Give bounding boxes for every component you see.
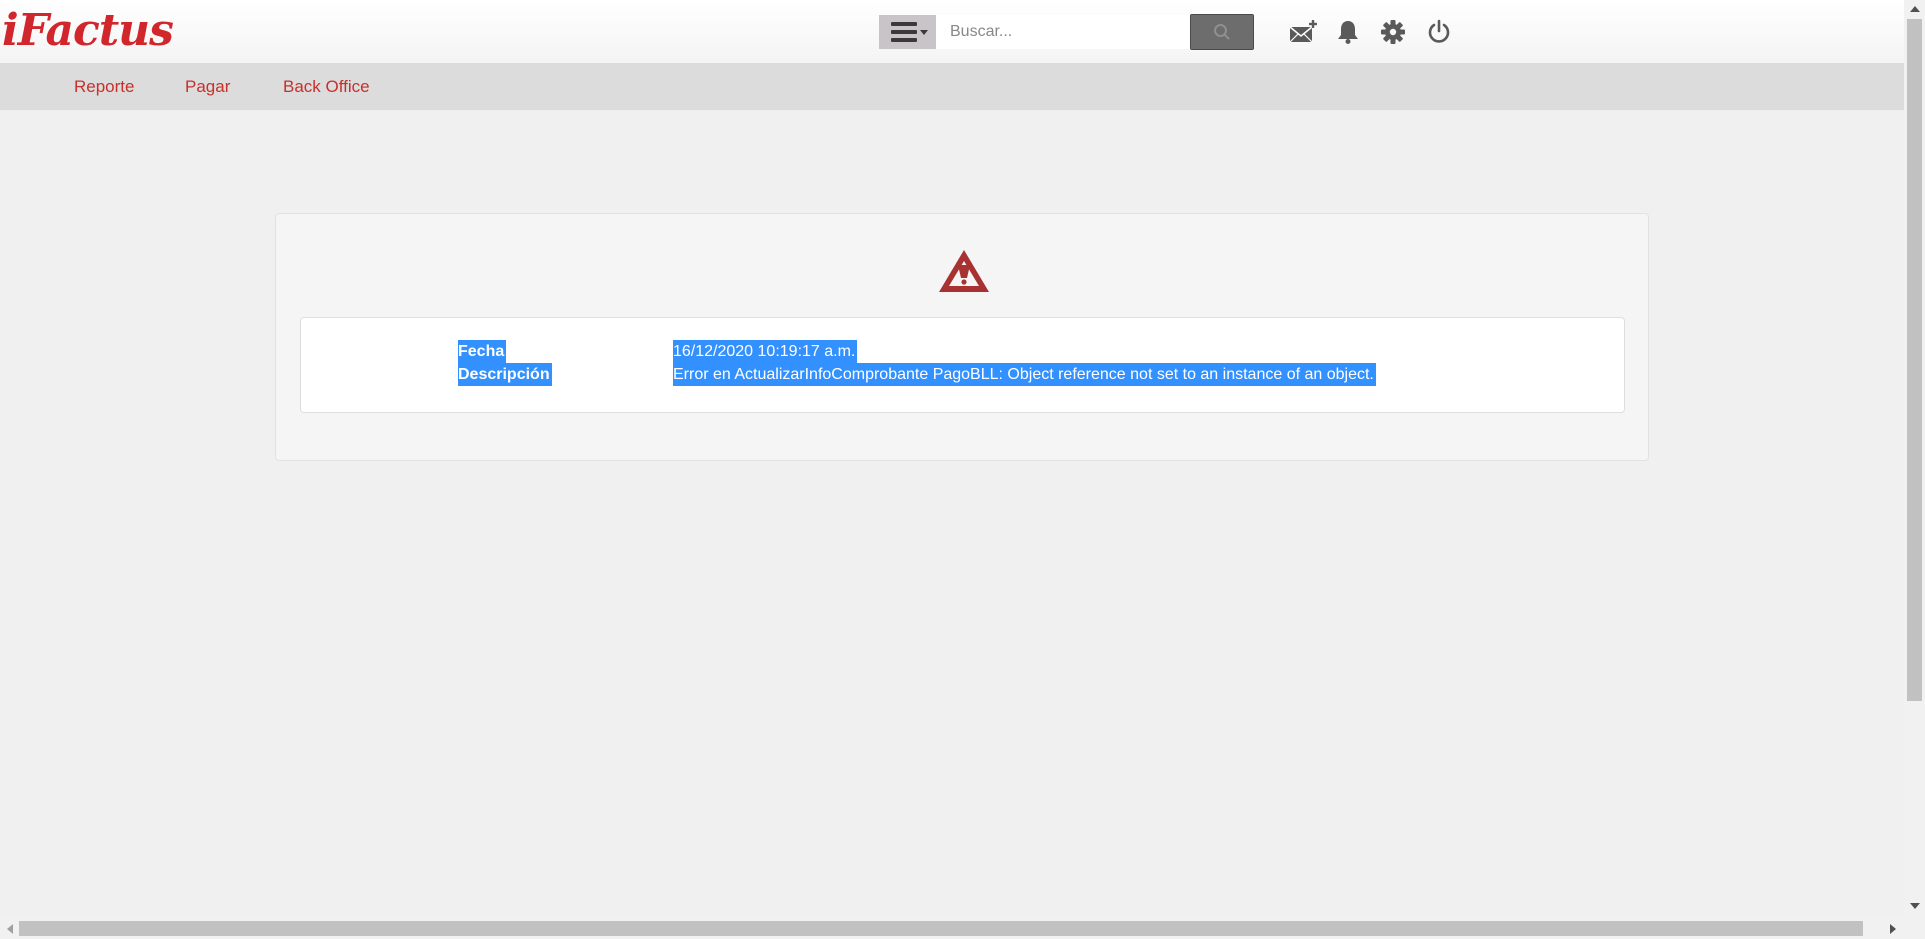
- horizontal-scrollbar[interactable]: [0, 918, 1904, 939]
- error-details: Fecha 16/12/2020 10:19:17 a.m. Descripci…: [300, 317, 1625, 413]
- scroll-left-arrow-icon[interactable]: [7, 924, 13, 934]
- descripcion-label: Descripción: [458, 363, 552, 386]
- menu-toggle-button[interactable]: [879, 15, 936, 49]
- vertical-scroll-thumb[interactable]: [1907, 19, 1922, 701]
- gear-icon: [1381, 20, 1405, 44]
- search-input[interactable]: [936, 15, 1190, 49]
- logout-button[interactable]: [1422, 15, 1456, 49]
- warning-icon: [939, 250, 989, 292]
- power-icon: [1428, 19, 1450, 43]
- search-icon: [1214, 24, 1230, 40]
- error-panel: Fecha 16/12/2020 10:19:17 a.m. Descripci…: [275, 213, 1649, 461]
- scroll-up-arrow-icon[interactable]: [1910, 6, 1920, 12]
- vertical-scrollbar[interactable]: [1904, 0, 1925, 939]
- scroll-right-arrow-icon[interactable]: [1890, 924, 1896, 934]
- notifications-button[interactable]: [1331, 15, 1365, 49]
- main-nav: Reporte Pagar Back Office: [0, 63, 1904, 110]
- settings-button[interactable]: [1376, 15, 1410, 49]
- messages-button[interactable]: [1286, 15, 1320, 49]
- nav-item-reporte[interactable]: Reporte: [74, 77, 134, 97]
- nav-item-pagar[interactable]: Pagar: [185, 77, 230, 97]
- menu-icon: [890, 22, 928, 42]
- bell-icon: [1338, 21, 1358, 44]
- horizontal-scroll-thumb[interactable]: [19, 921, 1863, 936]
- mail-add-icon: [1289, 20, 1317, 43]
- top-header: iFactus: [0, 0, 1904, 63]
- scroll-down-arrow-icon[interactable]: [1910, 903, 1920, 909]
- fecha-label: Fecha: [458, 340, 507, 363]
- app-logo[interactable]: iFactus: [2, 4, 174, 58]
- nav-item-back-office[interactable]: Back Office: [283, 77, 370, 97]
- fecha-value: 16/12/2020 10:19:17 a.m.: [673, 340, 858, 363]
- search-button[interactable]: [1190, 14, 1254, 50]
- descripcion-value: Error en ActualizarInfoComprobante PagoB…: [673, 363, 1376, 386]
